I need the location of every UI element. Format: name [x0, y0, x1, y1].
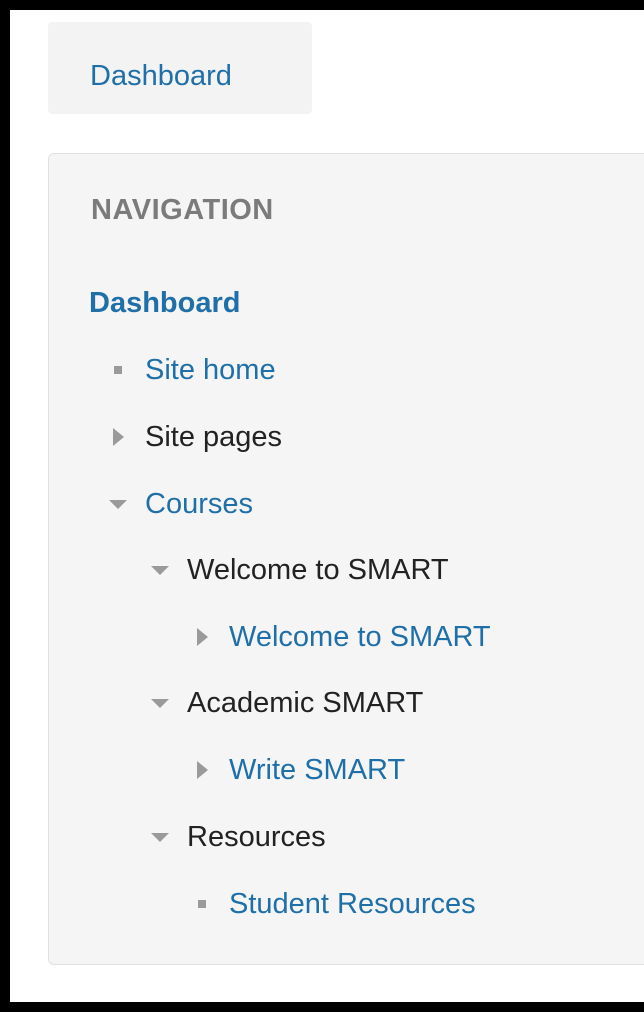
breadcrumb-dashboard-link[interactable]: Dashboard [90, 62, 232, 91]
nav-item-label: Welcome to SMART [229, 620, 491, 653]
triangle-down-icon [147, 557, 173, 583]
nav-item-label: Courses [145, 487, 253, 520]
triangle-right-icon [189, 624, 215, 650]
nav-item-site-home[interactable]: Site home [105, 350, 276, 390]
bullet-icon [105, 357, 131, 383]
triangle-down-icon [147, 690, 173, 716]
nav-dashboard-link[interactable]: Dashboard [89, 283, 240, 323]
nav-dashboard-label: Dashboard [89, 286, 241, 319]
navigation-block: NAVIGATION Dashboard Site home Site page… [48, 153, 644, 965]
triangle-right-icon [105, 424, 131, 450]
nav-item-courses[interactable]: Courses [105, 484, 253, 524]
navigation-title: NAVIGATION [91, 194, 274, 226]
nav-item-label: Welcome to SMART [187, 553, 449, 586]
nav-item-label: Student Resources [229, 887, 476, 920]
nav-item-welcome-category[interactable]: Welcome to SMART [147, 550, 449, 590]
triangle-down-icon [105, 491, 131, 517]
nav-item-site-pages[interactable]: Site pages [105, 417, 282, 457]
triangle-down-icon [147, 824, 173, 850]
nav-item-resources[interactable]: Resources [147, 817, 326, 857]
triangle-right-icon [189, 757, 215, 783]
nav-item-write-smart[interactable]: Write SMART [189, 750, 405, 790]
breadcrumb: Dashboard [48, 22, 312, 114]
nav-item-label: Resources [187, 820, 326, 853]
nav-item-welcome-course[interactable]: Welcome to SMART [189, 617, 491, 657]
nav-item-label: Site pages [145, 420, 283, 453]
nav-item-label: Academic SMART [187, 686, 424, 719]
nav-item-academic-smart[interactable]: Academic SMART [147, 683, 423, 723]
nav-item-label: Write SMART [229, 753, 406, 786]
nav-item-student-resources[interactable]: Student Resources [189, 884, 476, 924]
page-frame: Dashboard NAVIGATION Dashboard Site home… [10, 10, 644, 1002]
nav-item-label: Site home [145, 353, 276, 386]
bullet-icon [189, 891, 215, 917]
